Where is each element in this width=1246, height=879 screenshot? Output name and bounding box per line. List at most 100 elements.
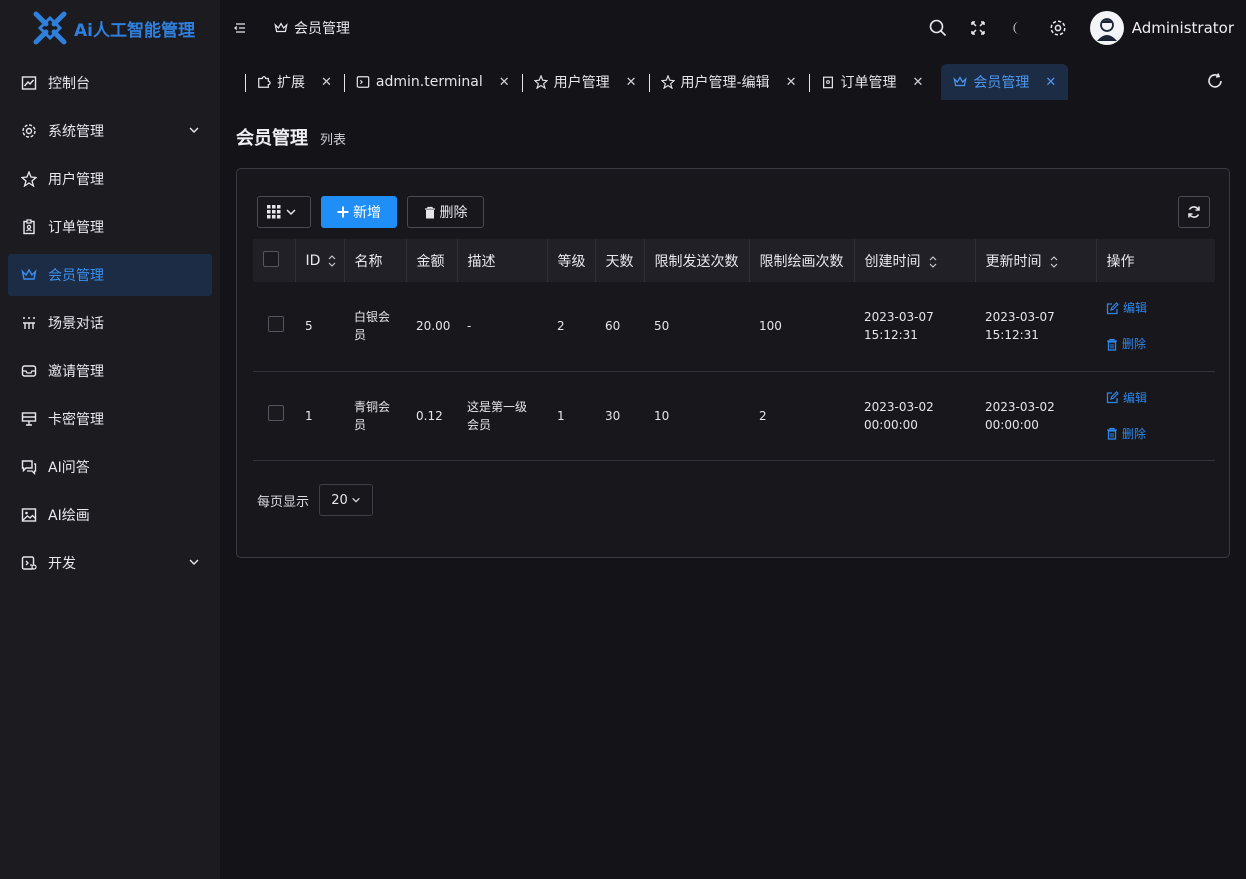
moon-icon[interactable] — [1008, 18, 1028, 38]
cell-id: 1 — [295, 371, 344, 461]
table-header-row: ID 名称 金额 描述 等级 天数 限制发送次数 限制绘画次数 创建时间 更新时… — [253, 239, 1215, 282]
tab-extension[interactable]: 扩展 ✕ — [245, 64, 344, 100]
tab-label: 会员管理 — [973, 75, 1030, 91]
add-button[interactable]: 新增 — [321, 196, 397, 228]
sidebar-item-scene[interactable]: 场景对话 — [8, 302, 212, 344]
sort-icon — [1050, 255, 1057, 268]
row-select[interactable] — [253, 371, 295, 461]
column-header-created[interactable]: 创建时间 — [854, 239, 976, 282]
crown-icon — [20, 266, 38, 284]
avatar[interactable] — [1089, 11, 1124, 45]
tab-user-management[interactable]: 用户管理 ✕ — [521, 64, 649, 100]
cell-updated: 2023-03-07 15:12:31 — [975, 282, 1096, 372]
cell-days: 30 — [595, 371, 644, 461]
cell-desc: 这是第一级会员 — [457, 371, 547, 461]
page-subtitle: 列表 — [320, 133, 347, 148]
sidebar-item-label: 控制台 — [48, 76, 90, 92]
cell-send-limit: 10 — [644, 371, 749, 461]
clipboard-icon — [822, 76, 833, 89]
edit-icon — [1106, 391, 1119, 404]
sidebar-item-system[interactable]: 系统管理 — [8, 110, 212, 152]
close-icon[interactable]: ✕ — [1045, 75, 1056, 90]
cell-actions: 编辑 删除 — [1096, 371, 1215, 461]
sidebar-item-label: 开发 — [48, 556, 76, 572]
sort-icon — [929, 255, 936, 268]
tab-orders[interactable]: 订单管理 ✕ — [808, 64, 936, 100]
close-icon[interactable]: ✕ — [913, 75, 924, 90]
header-select-all[interactable] — [253, 239, 296, 282]
cell-desc: - — [457, 282, 547, 372]
column-settings-button[interactable] — [257, 196, 311, 228]
chevron-down-icon — [286, 209, 296, 216]
page-heading: 会员管理 列表 — [236, 124, 346, 150]
row-select[interactable] — [253, 282, 295, 372]
cell-send-limit: 50 — [644, 282, 749, 372]
crown-icon — [953, 76, 968, 87]
tab-label: 订单管理 — [840, 75, 897, 91]
delete-button[interactable]: 删除 — [407, 196, 484, 228]
tab-user-edit[interactable]: 用户管理-编辑 ✕ — [648, 64, 809, 100]
close-icon[interactable]: ✕ — [626, 75, 637, 90]
cell-name: 白银会员 — [344, 282, 406, 372]
refresh-icon[interactable] — [1206, 72, 1224, 90]
search-icon[interactable] — [928, 18, 948, 38]
page-size-select[interactable]: 20 — [319, 484, 374, 516]
gear-icon[interactable] — [1048, 18, 1068, 38]
close-icon[interactable]: ✕ — [499, 75, 510, 90]
sidebar-item-label: 用户管理 — [48, 172, 104, 188]
tab-label: 扩展 — [277, 75, 305, 91]
cell-name: 青铜会员 — [344, 371, 406, 461]
sidebar-item-label: 卡密管理 — [48, 412, 104, 428]
username[interactable]: Administrator — [1132, 19, 1234, 37]
sidebar-item-members[interactable]: 会员管理 — [8, 254, 212, 296]
menu-fold-icon[interactable] — [232, 20, 248, 36]
delete-link[interactable]: 删除 — [1106, 335, 1215, 353]
cell-days: 60 — [595, 282, 644, 372]
breadcrumb-current: 会员管理 — [294, 21, 350, 37]
checkbox[interactable] — [268, 315, 284, 332]
sidebar-item-ai-qa[interactable]: AI问答 — [8, 446, 212, 488]
header-actions: Administrator — [908, 0, 1234, 56]
sidebar-item-invite[interactable]: 邀请管理 — [8, 350, 212, 392]
checkbox[interactable] — [268, 405, 284, 421]
cell-actions: 编辑 删除 — [1096, 282, 1215, 372]
sidebar-item-dashboard[interactable]: 控制台 — [8, 62, 212, 104]
column-header-days: 天数 — [595, 239, 645, 282]
fullscreen-icon[interactable] — [968, 18, 988, 38]
dev-icon — [20, 554, 38, 572]
pagination: 每页显示 20 — [257, 484, 374, 516]
table-row: 1 青铜会员 0.12 这是第一级会员 1 30 10 2 2023-03-02… — [253, 371, 1215, 461]
sidebar-item-users[interactable]: 用户管理 — [8, 158, 212, 200]
add-button-label: 新增 — [353, 205, 381, 221]
gear-icon — [20, 122, 38, 140]
trash-icon — [1107, 338, 1117, 351]
cell-amount: 20.00 — [406, 282, 457, 372]
checkbox[interactable] — [263, 250, 279, 267]
chevron-down-icon — [189, 559, 199, 565]
cell-amount: 0.12 — [406, 371, 457, 461]
cell-updated: 2023-03-02 00:00:00 — [975, 371, 1096, 461]
sidebar-item-cards[interactable]: 卡密管理 — [8, 398, 212, 440]
edit-link[interactable]: 编辑 — [1106, 299, 1215, 317]
delete-link[interactable]: 删除 — [1106, 425, 1215, 443]
sidebar-item-label: 邀请管理 — [48, 364, 104, 380]
column-header-updated[interactable]: 更新时间 — [975, 239, 1097, 282]
sidebar-item-dev[interactable]: 开发 — [8, 542, 212, 584]
edit-icon — [1106, 301, 1119, 314]
sidebar-item-orders[interactable]: 订单管理 — [8, 206, 212, 248]
close-icon[interactable]: ✕ — [321, 75, 332, 90]
logo[interactable]: Ai人工智能管理 — [0, 0, 220, 56]
tab-members[interactable]: 会员管理 ✕ — [941, 64, 1069, 100]
column-header-id[interactable]: ID — [295, 239, 345, 282]
sidebar: Ai人工智能管理 控制台 系统管理 用户管理 订单管理 会员管理 场景对话 邀请… — [0, 0, 220, 879]
sidebar-item-label: 订单管理 — [48, 220, 104, 236]
tab-terminal[interactable]: admin.terminal ✕ — [343, 64, 522, 100]
page-size-label: 每页显示 — [257, 494, 310, 510]
sidebar-item-ai-drawing[interactable]: AI绘画 — [8, 494, 212, 536]
table-refresh-button[interactable] — [1178, 196, 1210, 228]
tab-label: 用户管理-编辑 — [680, 75, 770, 91]
close-icon[interactable]: ✕ — [786, 75, 797, 90]
edit-link[interactable]: 编辑 — [1106, 389, 1215, 407]
column-header-desc: 描述 — [457, 239, 548, 282]
user-star-icon — [533, 75, 548, 89]
